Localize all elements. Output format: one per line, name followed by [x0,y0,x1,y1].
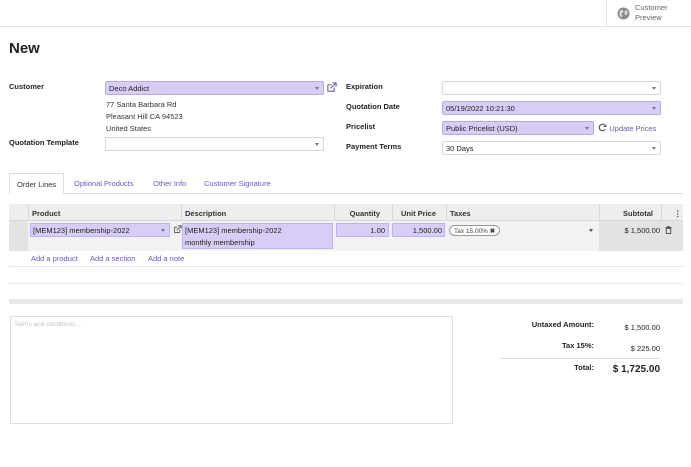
customer-address-line2: Pleasant Hill CA 94523 [106,112,183,121]
update-prices-button[interactable]: Update Prices [598,123,656,133]
chevron-down-icon [585,127,589,130]
row-handle[interactable] [9,221,28,251]
tab-optional-products[interactable]: Optional Products [67,173,141,194]
header-taxes[interactable]: Taxes [450,209,471,218]
product-value: [MEM123] membership-2022 [33,226,130,235]
column-separator [334,204,335,221]
expiration-label: Expiration [346,82,383,91]
pricelist-value: Public Pricelist (USD) [446,124,518,133]
chevron-down-icon [652,107,656,110]
customer-label: Customer [9,82,45,91]
pricelist-label: Pricelist [346,122,376,131]
quotation-template-field[interactable] [105,137,324,151]
add-note-link[interactable]: Add a note [148,254,184,263]
refresh-icon [598,123,607,132]
totals-divider [500,358,660,359]
tax-badge-label: Tax 15.00% [454,228,488,235]
trash-icon[interactable] [665,226,672,234]
payment-terms-field[interactable]: 30 Days [442,141,661,155]
column-separator [28,204,29,221]
tab-customer-signature[interactable]: Customer Signature [197,173,278,194]
chevron-down-icon [315,87,319,90]
column-options-icon[interactable]: ⋮ [674,209,682,218]
quantity-field[interactable]: 1.00 [336,223,389,237]
total-value: $ 1,725.00 [612,364,660,375]
tax-amount-label: Tax 15%: [562,341,594,350]
row-divider [9,266,683,267]
terms-and-conditions-field[interactable]: Terms and conditions... [10,316,453,424]
product-field[interactable]: [MEM123] membership-2022 [30,223,170,237]
customer-preview-label: Customer Preview [635,3,685,23]
header-unit-price[interactable]: Unit Price [395,209,436,218]
payment-terms-value: 30 Days [446,144,474,153]
tab-other-info[interactable]: Other Info [146,173,193,194]
chevron-down-icon [652,87,656,90]
customer-address-line3: United States [106,124,152,133]
quotation-template-label: Quotation Template [9,138,79,147]
external-link-icon[interactable] [173,225,182,234]
unit-price-value: 1,500.00 [412,226,442,235]
top-bar [0,0,691,27]
tax-amount-value: $ 225.00 [630,344,660,353]
quantity-value: 1.00 [370,226,385,235]
row-divider [9,283,683,284]
untaxed-amount-value: $ 1,500.00 [624,323,660,332]
header-subtotal[interactable]: Subtotal [604,209,653,218]
customer-preview-label-line2: Preview [635,13,662,22]
header-quantity[interactable]: Quantity [339,209,380,218]
globe-icon [617,7,630,20]
column-separator [599,204,600,221]
column-separator [181,204,182,221]
section-separator [9,299,683,304]
remove-tax-icon[interactable]: ✖ [490,228,495,235]
add-section-link[interactable]: Add a section [90,254,135,263]
description-line1: [MEM123] membership-2022 [185,226,282,235]
customer-value: Deco Addict [109,84,150,93]
expiration-field[interactable] [442,81,661,95]
customer-address-line1: 77 Santa Barbara Rd [106,100,177,109]
terms-placeholder: Terms and conditions... [14,321,81,328]
quotation-date-field[interactable]: 05/19/2022 10:21:30 [442,101,661,115]
header-description[interactable]: Description [185,209,226,218]
subtotal-value: $ 1,500.00 [624,226,660,235]
header-product[interactable]: Product [32,209,60,218]
page-title: New [9,40,40,57]
total-label: Total: [574,363,594,372]
quotation-date-value: 05/19/2022 10:21:30 [446,104,515,113]
taxes-chevron-down-icon[interactable] [589,229,593,232]
customer-preview-button[interactable]: Customer Preview [606,0,691,27]
external-link-icon[interactable] [326,82,337,93]
column-separator [661,204,662,221]
unit-price-field[interactable]: 1,500.00 [392,223,445,237]
order-lines-header: Product Description Quantity Unit Price … [9,204,683,221]
update-prices-label: Update Prices [609,124,657,133]
column-separator [392,204,393,221]
quotation-date-label: Quotation Date [346,102,400,111]
description-line2: monthly membership [185,238,255,247]
add-product-link[interactable]: Add a product [31,254,78,263]
pricelist-field[interactable]: Public Pricelist (USD) [442,121,594,135]
customer-preview-label-line1: Customer [635,3,668,12]
untaxed-amount-label: Untaxed Amount: [531,320,594,329]
column-separator [446,204,447,221]
tab-order-lines[interactable]: Order Lines [9,173,65,194]
chevron-down-icon [161,229,165,232]
chevron-down-icon [315,143,319,146]
customer-field[interactable]: Deco Addict [105,81,324,95]
chevron-down-icon [652,147,656,150]
description-field[interactable]: [MEM123] membership-2022 monthly members… [182,223,333,249]
payment-terms-label: Payment Terms [346,142,402,151]
tax-badge[interactable]: Tax 15.00% ✖ [449,225,501,236]
